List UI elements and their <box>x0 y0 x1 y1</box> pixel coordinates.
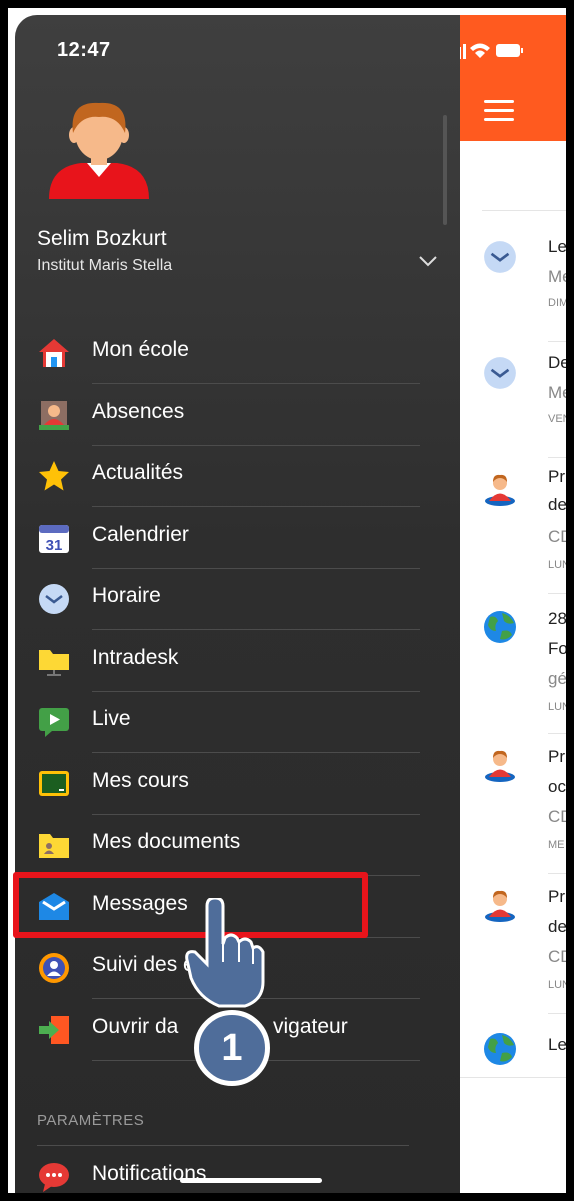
menu-item-intradesk[interactable]: Intradesk <box>15 630 460 692</box>
clock-icon <box>37 582 71 616</box>
pointing-hand-icon <box>185 898 265 1008</box>
home-indicator <box>180 1178 322 1183</box>
feed-item-text: Fo <box>548 639 566 658</box>
feed-item-text: De <box>548 353 566 372</box>
globe-icon <box>482 1031 518 1067</box>
feed-item-text: Pr <box>548 747 565 766</box>
feed-item-text: Me <box>548 267 566 286</box>
menu-item-label: Suivi des é <box>92 953 195 976</box>
menu-item-calendrier[interactable]: 31 Calendrier <box>15 507 460 569</box>
feed-item-text: Me <box>548 383 566 402</box>
menu-item-live[interactable]: Live <box>15 691 460 753</box>
feed-item-text: oc <box>548 777 566 796</box>
feed-item[interactable]: Le Me DIM <box>460 225 566 342</box>
step-number-badge: 1 <box>194 1010 270 1086</box>
divider <box>482 210 566 211</box>
feed-item-text: de <box>548 495 566 514</box>
status-time: 12:47 <box>57 39 111 61</box>
person-icon <box>482 471 518 507</box>
feed-item[interactable]: De Me VEN <box>460 341 566 458</box>
feed-item-text: 28 <box>548 609 566 628</box>
feed-item-text: CD <box>548 807 566 826</box>
chevron-down-icon[interactable] <box>417 253 439 269</box>
menu-item-label: Ouvrir da <box>92 1014 179 1038</box>
feed-item-date: DIM <box>548 297 566 309</box>
feed-item-date: VEN <box>548 413 566 425</box>
scrollbar[interactable] <box>443 115 447 225</box>
battery-icon <box>496 44 520 57</box>
feed-item-date: LUN <box>548 701 566 713</box>
svg-text:31: 31 <box>46 537 63 554</box>
live-play-icon <box>37 705 71 739</box>
user-name: Selim Bozkurt <box>37 227 167 250</box>
feed-item-text: de <box>548 917 566 936</box>
frame-border <box>0 0 574 8</box>
menu-item-label-tail: vigateur <box>273 1014 348 1038</box>
globe-icon <box>482 609 518 645</box>
feed-item-text: Pr <box>548 467 565 486</box>
menu-item-label: Calendrier <box>92 522 189 546</box>
menu-item-mon-ecole[interactable]: Mon école <box>15 322 460 384</box>
menu-item-actualites[interactable]: Actualités <box>15 445 460 507</box>
feed-item-text: gé <box>548 669 566 688</box>
feed-item[interactable]: Pr de CD LUN <box>460 457 566 594</box>
feed-item-text: Le <box>548 237 566 256</box>
speech-bubble-icon <box>37 1160 71 1194</box>
house-icon <box>37 336 71 370</box>
clock-icon <box>482 355 518 391</box>
frame-border <box>0 0 8 1201</box>
feed-item[interactable]: Pr de CD LUN <box>460 873 566 1014</box>
menu-item-label: Live <box>92 707 131 730</box>
chalkboard-icon <box>37 767 71 801</box>
feed-item-date: ME <box>548 839 565 851</box>
feed-item-text: Pr <box>548 887 565 906</box>
menu-item-label: Actualités <box>92 461 184 484</box>
screenshot-frame: Le Me DIM De Me VEN Pr de CD LUN 28 Fo gé LUN Pr oc CD ME… <box>0 0 574 1201</box>
menu-item-label: Mon école <box>92 338 189 361</box>
calendar-icon: 31 <box>37 521 71 555</box>
person-icon <box>482 747 518 783</box>
documents-folder-icon <box>37 828 71 862</box>
feed-item-text: CD <box>548 947 566 966</box>
feed-item-text: Le <box>548 1035 566 1054</box>
person-icon <box>482 887 518 923</box>
section-header-settings: PARAMÈTRES <box>37 1112 145 1129</box>
menu-item-label: Mes cours <box>92 768 189 792</box>
avatar[interactable] <box>47 95 151 199</box>
clock-icon <box>482 239 518 275</box>
feed-item[interactable]: Le <box>460 1013 566 1073</box>
star-icon <box>37 459 71 493</box>
menu-item-notifications[interactable]: Notifications <box>15 1146 460 1195</box>
open-browser-icon <box>37 1013 71 1047</box>
user-school: Institut Maris Stella <box>37 257 173 274</box>
wifi-icon <box>470 43 490 58</box>
menu-item-label: Horaire <box>92 584 161 607</box>
divider <box>460 1077 566 1078</box>
person-card-icon <box>37 398 71 432</box>
menu-item-mes-documents[interactable]: Mes documents <box>15 814 460 876</box>
menu-item-label: Absences <box>92 399 185 423</box>
menu-item-label: Mes documents <box>92 830 241 853</box>
step-number: 1 <box>221 1027 243 1069</box>
menu-item-horaire[interactable]: Horaire <box>15 568 460 630</box>
frame-border <box>0 1193 574 1201</box>
frame-border <box>566 0 574 1201</box>
feed-item-date: LUN <box>548 979 566 991</box>
feed-item[interactable]: Pr oc CD ME <box>460 733 566 874</box>
feed-item-date: LUN <box>548 559 566 571</box>
menu-item-mes-cours[interactable]: Mes cours <box>15 753 460 815</box>
menu-item-label: Intradesk <box>92 645 179 669</box>
hamburger-menu-icon[interactable] <box>484 100 514 122</box>
feed-item[interactable]: 28 Fo gé LUN <box>460 593 566 734</box>
desk-folder-icon <box>37 644 71 678</box>
status-icons <box>448 43 523 59</box>
feed-item-text: CD <box>548 527 566 546</box>
menu-item-absences[interactable]: Absences <box>15 384 460 446</box>
app-bar <box>448 15 566 141</box>
student-tracking-icon <box>37 951 71 985</box>
main-content: Le Me DIM De Me VEN Pr de CD LUN 28 Fo gé LUN Pr oc CD ME… <box>448 15 566 1195</box>
